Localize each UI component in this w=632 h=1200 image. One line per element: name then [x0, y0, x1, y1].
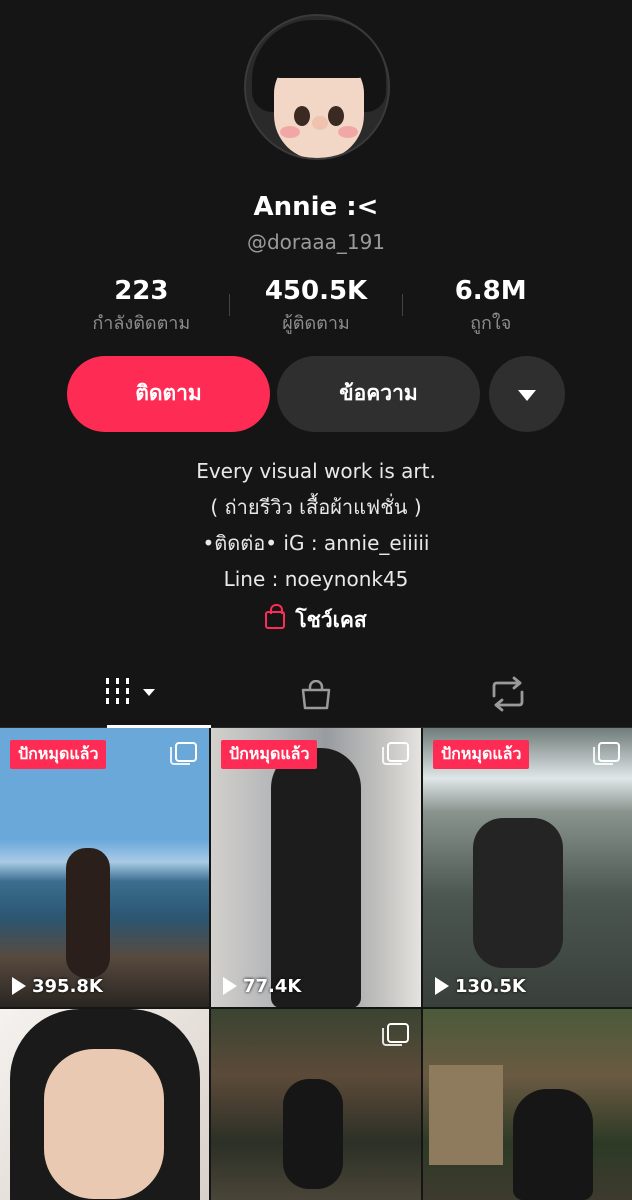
- avatar-nose: [312, 116, 328, 130]
- showcase-link[interactable]: โชว์เคส: [0, 604, 632, 637]
- avatar-eye: [328, 106, 344, 126]
- photo-carousel-icon: [382, 742, 409, 765]
- tab-shop[interactable]: [300, 680, 332, 710]
- stat-followers[interactable]: 450.5K ผู้ติดตาม: [228, 276, 404, 340]
- thumbnail-figure: [513, 1089, 593, 1200]
- video-thumbnail[interactable]: ปักหมุดแล้ว 130.5K: [423, 728, 632, 1007]
- video-thumbnail[interactable]: [423, 1009, 632, 1200]
- video-thumbnail[interactable]: ปักหมุดแล้ว 77.4K: [211, 728, 421, 1007]
- stat-value: 6.8M: [454, 276, 527, 306]
- pinned-badge: ปักหมุดแล้ว: [221, 740, 318, 769]
- thumbnail-figure: [271, 748, 361, 1007]
- view-count-value: 77.4K: [243, 976, 302, 997]
- view-count: 77.4K: [223, 976, 301, 997]
- message-button[interactable]: ข้อความ: [277, 356, 480, 432]
- thumbnail-figure: [473, 818, 563, 968]
- video-grid: ปักหมุดแล้ว 395.8K ปักหมุดแล้ว 77.4K ปัก…: [0, 728, 632, 1200]
- view-count: 130.5K: [435, 976, 526, 997]
- thumbnail-figure: [66, 848, 110, 978]
- shopping-bag-icon: [301, 680, 331, 710]
- view-count: 395.8K: [12, 976, 103, 997]
- stat-label: ถูกใจ: [470, 313, 512, 334]
- stat-value: 450.5K: [264, 276, 368, 306]
- stat-following[interactable]: 223 กำลังติดตาม: [54, 276, 229, 340]
- video-thumbnail[interactable]: ปักหมุดแล้ว 395.8K: [0, 728, 209, 1007]
- bio-line: ( ถ่ายรีวิว เสื้อผ้าแฟชั่น ): [210, 495, 422, 519]
- follow-button[interactable]: ติดตาม: [67, 356, 270, 432]
- play-icon: [223, 977, 237, 995]
- stat-likes[interactable]: 6.8M ถูกใจ: [403, 276, 578, 340]
- repost-icon: [492, 676, 524, 712]
- photo-carousel-icon: [170, 742, 197, 765]
- video-thumbnail[interactable]: [211, 1009, 421, 1200]
- view-count-value: 130.5K: [455, 976, 526, 997]
- stat-label: กำลังติดตาม: [92, 313, 191, 334]
- photo-carousel-icon: [382, 1023, 409, 1046]
- view-count-value: 395.8K: [32, 976, 103, 997]
- profile-bio: Every visual work is art. ( ถ่ายรีวิว เส…: [0, 453, 632, 597]
- bio-line: Every visual work is art.: [196, 459, 436, 483]
- video-thumbnail[interactable]: [0, 1009, 209, 1200]
- avatar-bangs: [272, 38, 366, 78]
- photo-carousel-icon: [593, 742, 620, 765]
- stat-divider: [228, 294, 230, 316]
- bio-line: •ติดต่อ• iG : annie_eiiiii: [202, 531, 430, 555]
- thumbnail-figure: [283, 1079, 343, 1189]
- avatar-cheek: [280, 126, 300, 138]
- stat-value: 223: [114, 276, 169, 306]
- showcase-label: โชว์เคส: [295, 608, 367, 632]
- more-options-button[interactable]: [489, 356, 565, 432]
- pinned-badge: ปักหมุดแล้ว: [10, 740, 107, 769]
- avatar-cheek: [338, 126, 358, 138]
- profile-name: Annie :<: [253, 192, 379, 222]
- shopping-bag-icon: [265, 604, 286, 629]
- play-icon: [12, 977, 26, 995]
- profile-stats: 223 กำลังติดตาม 450.5K ผู้ติดตาม 6.8M ถู…: [54, 276, 578, 340]
- chevron-down-icon: [143, 689, 155, 696]
- thumbnail-face: [44, 1049, 164, 1199]
- bio-line: Line : noeynonk45: [223, 567, 409, 591]
- profile-handle: @doraaa_191: [246, 230, 386, 254]
- tab-reposts[interactable]: [488, 676, 528, 712]
- tab-videos[interactable]: [89, 660, 229, 728]
- avatar-eye: [294, 106, 310, 126]
- play-icon: [435, 977, 449, 995]
- chevron-down-icon: [518, 390, 536, 401]
- pinned-badge: ปักหมุดแล้ว: [433, 740, 530, 769]
- profile-avatar[interactable]: [244, 14, 390, 160]
- thumbnail-sign: [429, 1065, 503, 1165]
- stat-label: ผู้ติดตาม: [282, 313, 350, 334]
